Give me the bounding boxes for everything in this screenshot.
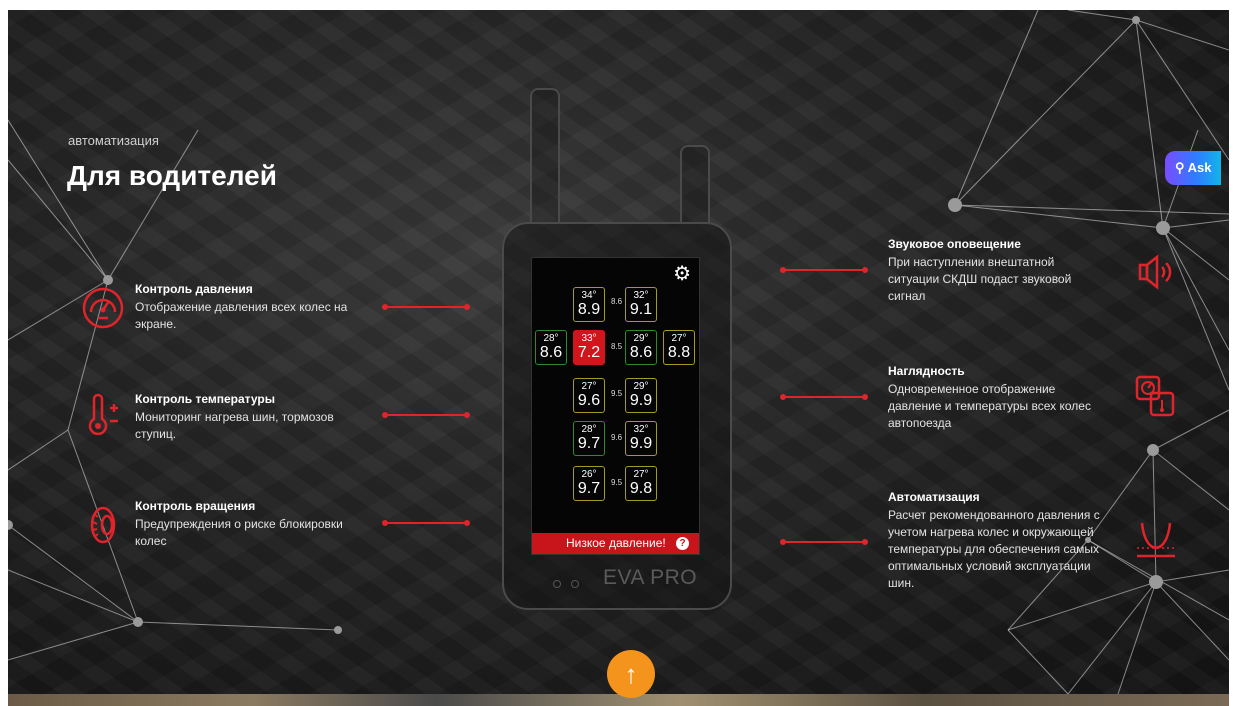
- tire-tile[interactable]: 26° 9.7: [573, 466, 605, 501]
- search-icon: ⚲: [1175, 160, 1185, 175]
- pressure-gauge-icon: [82, 287, 124, 329]
- tire-pressure: 9.9: [629, 392, 653, 409]
- device-antenna: [680, 145, 710, 224]
- feature-title: Контроль температуры: [135, 392, 275, 406]
- feature-description: Отображение давления всех колес на экран…: [135, 300, 348, 331]
- tire-pressure: 9.1: [629, 301, 653, 318]
- device-brand: EVA PRO: [603, 566, 698, 589]
- section-eyebrow: автоматизация: [68, 133, 159, 148]
- axle-pressure-label: 8.5: [611, 342, 623, 351]
- feature-rotation: Контроль вращения Предупреждения о риске…: [135, 499, 355, 550]
- feature-title: Контроль давления: [135, 282, 253, 296]
- connector-line: [382, 520, 470, 526]
- device-antenna: [530, 88, 560, 224]
- tire-temperature: 29°: [633, 381, 649, 392]
- tire-temperature: 28°: [581, 424, 597, 435]
- tire-tile[interactable]: 27° 8.8: [663, 330, 695, 365]
- feature-visibility: Наглядность Одновременное отображение да…: [888, 364, 1103, 432]
- tire-pressure: 9.6: [577, 392, 601, 409]
- feature-title: Контроль вращения: [135, 499, 256, 513]
- feature-description: Расчет рекомендованного давления с учето…: [888, 508, 1100, 590]
- tire-pressure: 8.8: [667, 344, 691, 361]
- tire-pressure: 9.7: [577, 435, 601, 452]
- connector-line: [780, 267, 868, 273]
- axle-pressure-label: 8.6: [611, 297, 623, 306]
- device-led: [571, 580, 579, 588]
- feature-description: Предупреждения о риске блокировки колес: [135, 517, 343, 548]
- tire-tile[interactable]: 29° 8.6: [625, 330, 657, 365]
- automation-curve-icon: [1137, 522, 1175, 558]
- scroll-to-top-button[interactable]: ↑: [607, 650, 655, 698]
- low-pressure-alert: Низкое давление! ?: [532, 533, 699, 554]
- tire-tile[interactable]: 27° 9.6: [573, 378, 605, 413]
- tire-tile[interactable]: 34° 8.9: [573, 287, 605, 322]
- axle-pressure-label: 9.5: [611, 389, 623, 398]
- connector-line: [780, 539, 868, 545]
- connector-line: [382, 412, 470, 418]
- feature-pressure: Контроль давления Отображение давления в…: [135, 282, 355, 333]
- feature-sound-alert: Звуковое оповещение При наступлении внеш…: [888, 237, 1103, 305]
- axle-pressure-label: 9.6: [611, 433, 623, 442]
- wheel-rotation-icon: [90, 506, 116, 544]
- tire-temperature: 33°: [581, 333, 597, 344]
- dashboard-icon: [1135, 375, 1175, 417]
- tire-temperature: 32°: [633, 290, 649, 301]
- tire-temperature: 26°: [581, 469, 597, 480]
- alert-text: Низкое давление!: [566, 536, 666, 550]
- axle-pressure-label: 9.5: [611, 478, 623, 487]
- feature-title: Наглядность: [888, 364, 965, 378]
- section-title: Для водителей: [67, 160, 277, 191]
- tire-tile[interactable]: 32° 9.9: [625, 421, 657, 456]
- tire-tile[interactable]: 28° 8.6: [535, 330, 567, 365]
- tire-pressure: 9.7: [577, 480, 601, 497]
- speaker-icon: [1138, 254, 1172, 290]
- feature-description: При наступлении внештатной ситуации СКДШ…: [888, 255, 1072, 303]
- tire-tile[interactable]: 27° 9.8: [625, 466, 657, 501]
- tire-pressure: 8.9: [577, 301, 601, 318]
- ask-widget-button[interactable]: ⚲ Ask: [1165, 151, 1221, 185]
- tire-temperature: 27°: [633, 469, 649, 480]
- tire-tile[interactable]: 32° 9.1: [625, 287, 657, 322]
- feature-title: Звуковое оповещение: [888, 237, 1021, 251]
- connector-line: [780, 394, 868, 400]
- tire-temperature: 27°: [581, 381, 597, 392]
- feature-description: Мониторинг нагрева шин, тормозов ступиц.: [135, 410, 334, 441]
- device-screen: ⚙ 34° 8.9 32° 9.1 28° 8.6 33° 7.2 29° 8.6 27° 8.8 27…: [531, 257, 700, 555]
- connector-line: [382, 304, 470, 310]
- tire-temperature: 34°: [581, 290, 597, 301]
- ask-label: Ask: [1187, 160, 1212, 175]
- tire-tile[interactable]: 33° 7.2: [573, 330, 605, 365]
- tire-temperature: 32°: [633, 424, 649, 435]
- feature-temperature: Контроль температуры Мониторинг нагрева …: [135, 392, 365, 443]
- next-section-preview: [8, 694, 1229, 706]
- tire-temperature: 28°: [543, 333, 559, 344]
- tire-tile[interactable]: 29° 9.9: [625, 378, 657, 413]
- tire-pressure: 9.9: [629, 435, 653, 452]
- feature-title: Автоматизация: [888, 490, 980, 504]
- feature-description: Одновременное отображение давление и тем…: [888, 382, 1091, 430]
- tire-pressure: 8.6: [539, 344, 563, 361]
- tire-temperature: 29°: [633, 333, 649, 344]
- tire-tile[interactable]: 28° 9.7: [573, 421, 605, 456]
- help-icon[interactable]: ?: [676, 537, 689, 550]
- device-led: [553, 580, 561, 588]
- tire-pressure: 8.6: [629, 344, 653, 361]
- tire-pressure: 9.8: [629, 480, 653, 497]
- settings-gear-icon: ⚙: [673, 263, 691, 285]
- thermometer-icon: [88, 393, 118, 436]
- tire-pressure: 7.2: [577, 344, 601, 361]
- tire-temperature: 27°: [671, 333, 687, 344]
- feature-automation: Автоматизация Расчет рекомендованного да…: [888, 490, 1118, 592]
